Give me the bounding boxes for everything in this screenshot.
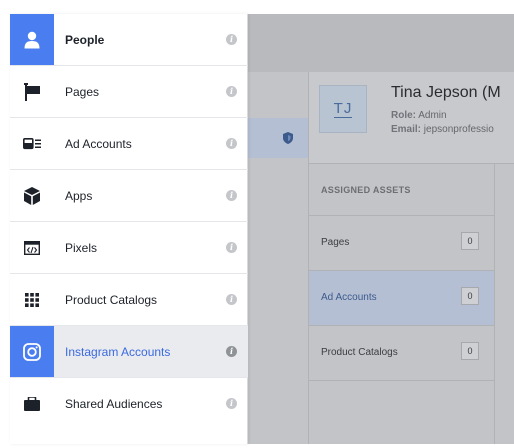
screen: TJ Tina Jepson (M Role: Admin Email: jep… xyxy=(0,0,514,448)
person-icon xyxy=(10,14,54,65)
menu-item-label: Apps xyxy=(65,189,93,203)
flag-icon xyxy=(10,66,54,117)
person-profile-card: TJ Tina Jepson (M Role: Admin Email: jep… xyxy=(309,72,514,164)
asset-count-badge: 0 xyxy=(461,232,479,250)
asset-row-ad-accounts[interactable]: Ad Accounts 0 xyxy=(309,271,494,326)
asset-label: Product Catalogs xyxy=(321,347,398,358)
menu-item-label: Pages xyxy=(65,85,100,99)
menu-item-label: Shared Audiences xyxy=(65,397,163,411)
menu-item-label: Instagram Accounts xyxy=(65,345,171,359)
person-name: Tina Jepson (M xyxy=(391,84,501,101)
assigned-assets-header: ASSIGNED ASSETS xyxy=(309,164,494,216)
menu-item-label: People xyxy=(65,33,105,47)
page-header-bar xyxy=(248,14,514,72)
menu-item-shared-audiences[interactable]: Shared Audiences i xyxy=(10,378,248,430)
email-label: Email: xyxy=(391,124,422,135)
info-icon[interactable]: i xyxy=(226,190,237,201)
grid-icon xyxy=(10,274,54,325)
person-email: Email: jepsonprofessio xyxy=(391,124,494,135)
ad-account-icon xyxy=(10,118,54,169)
assigned-assets-title: ASSIGNED ASSETS xyxy=(321,185,411,195)
avatar: TJ xyxy=(319,85,367,133)
menu-item-apps[interactable]: Apps i xyxy=(10,170,248,222)
business-settings-menu: People i Pages i Ad Accounts i Apps i Pi… xyxy=(10,14,248,444)
role-value: Admin xyxy=(418,110,447,121)
person-role: Role: Admin xyxy=(391,110,447,121)
menu-item-label: Ad Accounts xyxy=(65,137,132,151)
info-icon[interactable]: i xyxy=(226,346,237,357)
menu-item-ad-accounts[interactable]: Ad Accounts i xyxy=(10,118,248,170)
menu-item-instagram-accounts[interactable]: Instagram Accounts i xyxy=(10,326,248,378)
asset-row-product-catalogs[interactable]: Product Catalogs 0 xyxy=(309,326,494,381)
menu-item-label: Product Catalogs xyxy=(65,293,158,307)
info-icon[interactable]: i xyxy=(226,294,237,305)
cube-icon xyxy=(10,170,54,221)
asset-detail-column xyxy=(494,164,514,444)
info-icon[interactable]: i xyxy=(226,138,237,149)
menu-item-people[interactable]: People i xyxy=(10,14,248,66)
info-icon[interactable]: i xyxy=(226,34,237,45)
briefcase-icon xyxy=(10,378,54,429)
code-icon xyxy=(10,222,54,273)
info-icon[interactable]: i xyxy=(226,86,237,97)
asset-count-badge: 0 xyxy=(461,287,479,305)
avatar-initials: TJ xyxy=(333,100,353,118)
email-value: jepsonprofessio xyxy=(423,124,494,135)
instagram-icon xyxy=(10,326,54,377)
info-icon[interactable]: i xyxy=(226,242,237,253)
menu-item-product-catalogs[interactable]: Product Catalogs i xyxy=(10,274,248,326)
menu-item-pages[interactable]: Pages i xyxy=(10,66,248,118)
asset-count-badge: 0 xyxy=(461,342,479,360)
menu-item-label: Pixels xyxy=(65,241,98,255)
asset-label: Ad Accounts xyxy=(321,292,377,303)
selected-person-row[interactable] xyxy=(248,118,308,158)
assigned-assets-panel: ASSIGNED ASSETS Pages 0 Ad Accounts 0 Pr… xyxy=(309,164,494,444)
asset-label: Pages xyxy=(321,237,350,248)
info-icon[interactable]: i xyxy=(226,398,237,409)
menu-item-pixels[interactable]: Pixels i xyxy=(10,222,248,274)
asset-row-pages[interactable]: Pages 0 xyxy=(309,216,494,271)
shield-icon xyxy=(283,132,293,144)
role-label: Role: xyxy=(391,110,416,121)
